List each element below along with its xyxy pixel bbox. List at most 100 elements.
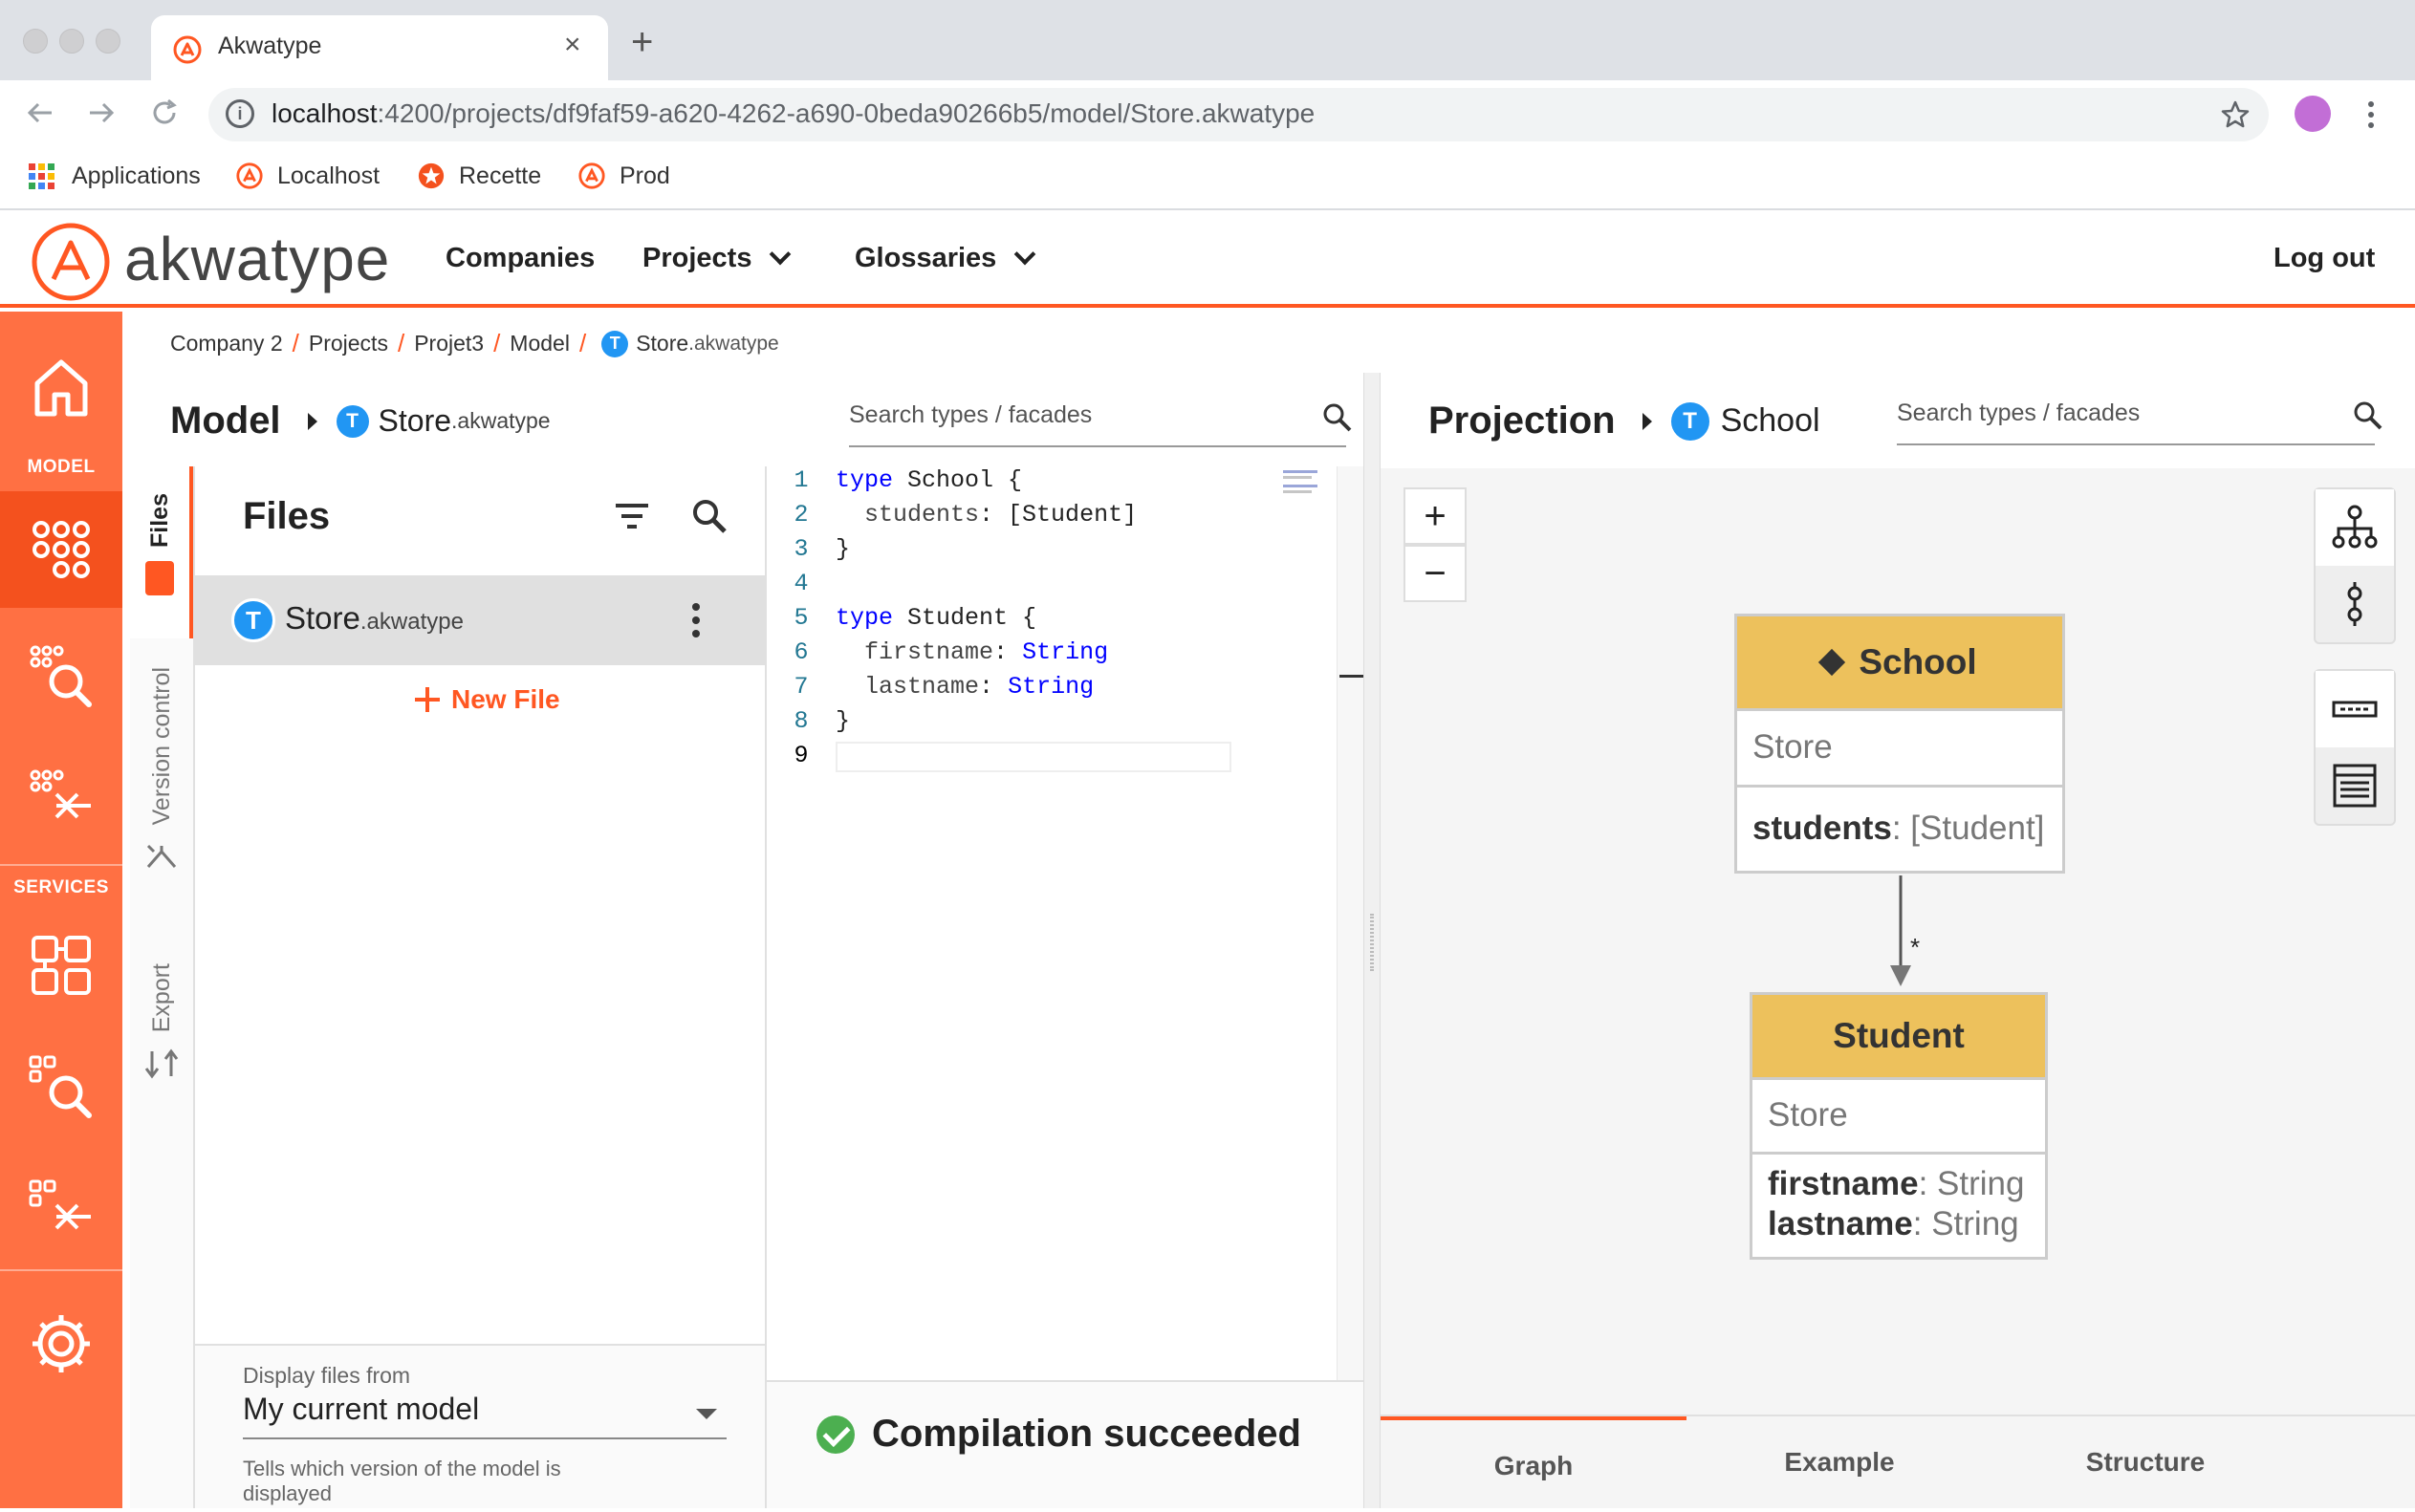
site-info-icon[interactable]: i — [226, 99, 254, 128]
vertical-layout-button[interactable] — [2316, 566, 2394, 642]
breadcrumb-separator: / — [292, 329, 299, 357]
hierarchy-icon — [2332, 505, 2378, 549]
left-sidebar: MODEL SERVICES — [0, 312, 122, 1508]
sidebar-model-search[interactable] — [0, 617, 122, 736]
browser-tab[interactable]: Akwatype × — [151, 15, 608, 80]
folder-icon — [145, 560, 174, 595]
nav-companies[interactable]: Companies — [446, 243, 595, 274]
search-icon[interactable] — [690, 497, 729, 535]
profile-avatar[interactable] — [2295, 96, 2331, 132]
window-close-control[interactable] — [23, 29, 48, 54]
sidebar-home[interactable] — [0, 331, 122, 445]
compact-view-button[interactable] — [2316, 671, 2394, 747]
bookmark-prod[interactable]: Prod — [577, 159, 670, 193]
bookmark-star-icon[interactable] — [2220, 99, 2251, 130]
zoom-in-button[interactable]: + — [1403, 487, 1467, 545]
back-arrow-icon[interactable] — [25, 97, 55, 128]
detailed-view-button[interactable] — [2316, 747, 2394, 824]
services-search-icon — [29, 1055, 92, 1118]
tab-graph[interactable]: Graph — [1381, 1416, 1686, 1508]
reload-icon[interactable] — [149, 97, 180, 128]
package-name: Store — [1768, 1096, 1848, 1134]
tab-files[interactable]: Files — [130, 466, 193, 638]
code-editor[interactable]: 1 type School { 2 students: [Student] 3} … — [767, 466, 1363, 1380]
display-files-select[interactable]: My current model — [243, 1392, 727, 1439]
app-header: akwatype Companies Projects Glossaries L… — [0, 212, 2415, 308]
model-title: Model — [170, 400, 281, 442]
code-line-current: 9 — [767, 742, 1340, 776]
scroll-position-marker — [1339, 675, 1364, 678]
forward-arrow-icon[interactable] — [86, 97, 117, 128]
akwatype-logo-icon[interactable] — [29, 220, 113, 304]
chain-icon — [2347, 582, 2362, 626]
file-options-icon[interactable] — [690, 602, 702, 638]
nav-glossaries[interactable]: Glossaries — [855, 243, 1036, 274]
bookmark-applications[interactable]: Applications — [29, 159, 201, 193]
filter-icon[interactable] — [614, 501, 650, 531]
tab-version-control[interactable]: Version control — [130, 667, 193, 954]
school-node-title: School — [1859, 642, 1977, 681]
sidebar-divider — [0, 864, 122, 866]
model-file-name: Store — [378, 403, 452, 438]
nav-projects[interactable]: Projects — [642, 243, 792, 274]
type-file-badge-icon: T — [336, 404, 369, 438]
field-name: firstname — [1768, 1165, 1919, 1202]
line-number: 9 — [794, 742, 809, 769]
search-icon[interactable] — [2352, 400, 2384, 432]
type-badge-icon: T — [1670, 401, 1709, 441]
tab-close-icon[interactable]: × — [564, 29, 581, 61]
breadcrumb-item[interactable]: Projects — [309, 331, 388, 356]
new-file-button[interactable]: New File — [413, 684, 560, 715]
code-minimap[interactable] — [1283, 466, 1321, 495]
window-minimize-control[interactable] — [59, 29, 84, 54]
new-tab-button[interactable]: + — [631, 21, 653, 64]
apps-grid-icon — [29, 162, 54, 189]
nav-label: Glossaries — [855, 243, 997, 273]
services-merge-icon — [29, 1179, 91, 1230]
bookmark-localhost[interactable]: Localhost — [235, 159, 380, 193]
sidebar-services-search[interactable] — [0, 1028, 122, 1147]
services-icon — [32, 936, 91, 995]
breadcrumb-item[interactable]: Projet3 — [414, 331, 484, 356]
breadcrumb-item[interactable]: Company 2 — [170, 331, 283, 356]
akwatype-logo-icon — [578, 162, 605, 189]
student-field-row: firstname: String — [1768, 1164, 2045, 1204]
field-type: : [Student] — [1891, 810, 2045, 847]
pane-splitter[interactable] — [1363, 373, 1381, 1508]
breadcrumb-current-file: Store — [636, 331, 689, 356]
editor-scrollbar[interactable] — [1337, 466, 1364, 1380]
file-list-item[interactable]: T Store.akwatype — [195, 575, 765, 665]
student-type-node[interactable]: Student Store firstname: String lastname… — [1750, 992, 2048, 1260]
compact-box-icon — [2332, 701, 2378, 718]
projection-graph-canvas[interactable]: + − School Store students: [Student] * S… — [1381, 468, 2415, 1415]
school-type-node[interactable]: School Store students: [Student] — [1734, 614, 2065, 874]
tab-export[interactable]: Export — [130, 963, 193, 1212]
logout-button[interactable]: Log out — [2274, 243, 2375, 274]
url-text[interactable]: localhost:4200/projects/df9faf59-a620-42… — [272, 98, 1315, 129]
sidebar-section-services: SERVICES — [13, 877, 109, 897]
home-icon — [34, 359, 88, 417]
hierarchy-layout-button[interactable] — [2316, 489, 2394, 566]
browser-menu-icon[interactable] — [2365, 99, 2377, 130]
model-merge-icon — [30, 769, 91, 819]
bookmark-recette[interactable]: Recette — [417, 159, 541, 193]
tab-example[interactable]: Example — [1686, 1416, 1992, 1508]
sidebar-services[interactable] — [0, 908, 122, 1023]
tab-files-label: Files — [146, 493, 174, 548]
sidebar-model-merge[interactable] — [0, 742, 122, 860]
sidebar-model-types[interactable] — [0, 491, 122, 608]
file-item-base: Store — [285, 600, 360, 636]
sidebar-services-merge[interactable] — [0, 1153, 122, 1271]
window-maximize-control[interactable] — [96, 29, 120, 54]
editor-search-input[interactable]: Search types / facades — [849, 401, 1352, 447]
student-node-fields: firstname: String lastname: String — [1752, 1152, 2045, 1257]
gear-icon — [33, 1315, 90, 1372]
projection-search-input[interactable]: Search types / facades — [1897, 400, 2382, 445]
zoom-out-button[interactable]: − — [1403, 545, 1467, 602]
breadcrumb-item[interactable]: Model — [510, 331, 570, 356]
url-path: :4200/projects/df9faf59-a620-4262-a690-0… — [377, 98, 1316, 128]
sidebar-settings[interactable] — [0, 1285, 122, 1403]
bookmark-label: Prod — [620, 162, 670, 189]
tab-structure[interactable]: Structure — [1992, 1416, 2298, 1508]
search-icon[interactable] — [1321, 401, 1354, 434]
